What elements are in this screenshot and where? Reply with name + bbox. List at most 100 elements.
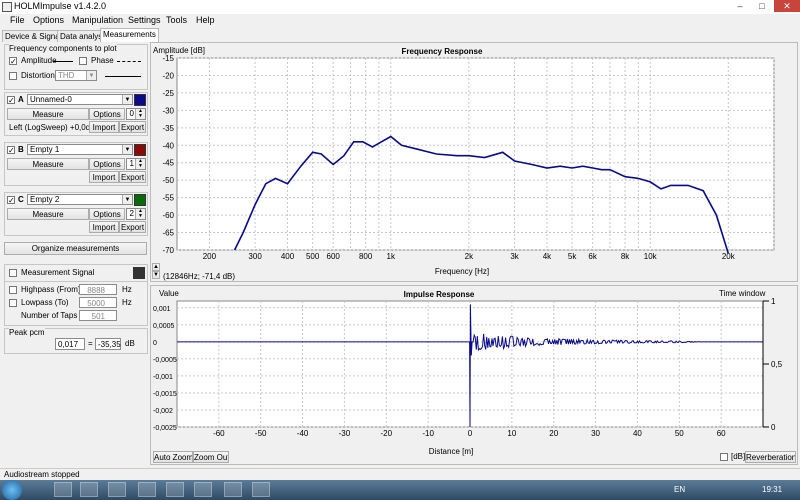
y-tick-label: -35 — [162, 124, 174, 133]
ie-icon[interactable] — [54, 482, 72, 497]
measurement-a-select[interactable]: Unnamed-0 ▼ — [27, 94, 133, 105]
highpass-field[interactable]: 8888 — [79, 284, 117, 295]
x-tick-label: 20 — [549, 429, 558, 438]
x-tick-label: -50 — [255, 429, 267, 438]
menu-settings[interactable]: Settings — [128, 15, 161, 25]
measurement-a-name: Unnamed-0 — [30, 95, 72, 104]
spinner-arrows-icon[interactable]: ▲ ▼ — [135, 109, 145, 119]
x-tick-label: 10k — [644, 252, 658, 261]
x-tick-label: 6k — [588, 252, 597, 261]
chevron-down-icon: ▼ — [122, 195, 132, 204]
menu-manipulation[interactable]: Manipulation — [72, 15, 123, 25]
app-icon[interactable] — [138, 482, 156, 497]
measurement-a-measure-button[interactable]: Measure — [7, 108, 89, 120]
y-tick-label: -30 — [162, 106, 174, 115]
x-tick-label: 8k — [621, 252, 630, 261]
frequency-chart[interactable]: -15 -20 -25 -30 -35 -40 -45 -50 -55 -60 -65 -70 200… — [151, 43, 797, 281]
menu-tools[interactable]: Tools — [166, 15, 187, 25]
folder-icon[interactable] — [80, 482, 98, 497]
measurement-b-color[interactable] — [134, 144, 146, 156]
scroll-down-icon[interactable]: ▼ — [152, 271, 160, 279]
phase-checkbox[interactable] — [79, 57, 87, 65]
taps-label: Number of Taps — [21, 311, 78, 320]
lowpass-field[interactable]: 5000 — [79, 297, 117, 308]
chevron-down-icon: ▼ — [86, 71, 96, 80]
taps-field[interactable]: 501 — [79, 310, 117, 321]
app-icon[interactable] — [194, 482, 212, 497]
lowpass-unit: Hz — [122, 298, 132, 307]
measurement-signal-label: Measurement Signal — [21, 268, 95, 277]
peak-label: Peak pcm — [9, 328, 45, 337]
measurement-c-select[interactable]: Empty 2 ▼ — [27, 194, 133, 205]
signal-color[interactable] — [133, 267, 145, 279]
measurement-a-color[interactable] — [134, 94, 146, 106]
tab-device-signal[interactable]: Device & Signal — [2, 30, 65, 42]
spinner-arrows-icon[interactable]: ▲ ▼ — [135, 209, 145, 219]
amplitude-label: Amplitude — [21, 56, 57, 65]
tab-measurements[interactable]: Measurements — [100, 28, 159, 42]
measurement-a-checkbox[interactable]: ✓ — [7, 96, 15, 105]
measurement-c-options-button[interactable]: Options — [89, 208, 125, 220]
maximize-button[interactable]: □ — [752, 0, 772, 12]
app-icon[interactable] — [108, 482, 126, 497]
reverberation-button[interactable]: Reverberation — [745, 451, 796, 463]
peak-unit: dB — [125, 339, 135, 348]
measurement-a-import-button[interactable]: Import — [89, 121, 119, 133]
organize-measurements-button[interactable]: Organize measurements — [4, 242, 147, 255]
auto-zoom-button[interactable]: Auto Zoom — [153, 451, 193, 463]
close-button[interactable]: ✕ — [774, 0, 800, 12]
measurement-a-options-button[interactable]: Options — [89, 108, 125, 120]
app-icon[interactable] — [166, 482, 184, 497]
measurement-b-export-button[interactable]: Export — [119, 171, 146, 183]
holmimpulse-taskbar-icon[interactable] — [252, 482, 270, 497]
menu-options[interactable]: Options — [33, 15, 64, 25]
y-tick-label: -25 — [162, 89, 174, 98]
components-group: Frequency components to plot ✓ Amplitude… — [4, 44, 148, 90]
distortion-checkbox[interactable] — [9, 72, 17, 80]
y-tick-label: -65 — [162, 229, 174, 238]
measurement-a-channel[interactable]: 0 ▲ ▼ — [126, 108, 146, 120]
measurement-b-import-button[interactable]: Import — [89, 171, 119, 183]
menu-help[interactable]: Help — [196, 15, 215, 25]
start-icon[interactable] — [2, 480, 22, 500]
measurement-signal-checkbox[interactable] — [9, 269, 17, 277]
app-icon[interactable] — [224, 482, 242, 497]
x-tick-label: -30 — [339, 429, 351, 438]
scroll-up-icon[interactable]: ▲ — [152, 263, 160, 271]
measurement-b-select[interactable]: Empty 1 ▼ — [27, 144, 133, 155]
cursor-readout: (12846Hz; -71,4 dB) — [163, 272, 235, 281]
measurement-c-measure-button[interactable]: Measure — [7, 208, 89, 220]
db-checkbox[interactable] — [720, 453, 728, 461]
right-tick-label: 0,5 — [771, 360, 783, 369]
clock[interactable]: 19:31 — [762, 485, 782, 494]
impulse-chart[interactable]: 0,001 0,0005 0 -0,0005 -0,001 -0,0015 -0,002 -0… — [151, 286, 797, 464]
measurement-b-options-button[interactable]: Options — [89, 158, 125, 170]
menu-file[interactable]: File — [10, 15, 25, 25]
peak-group: Peak pcm 0,017 = -35,35 dB — [4, 328, 148, 354]
y-tick-label: -40 — [162, 141, 174, 150]
measurement-b-checkbox[interactable]: ✓ — [7, 146, 15, 155]
phase-label: Phase — [91, 56, 114, 65]
measurement-c-color[interactable] — [134, 194, 146, 206]
lowpass-checkbox[interactable] — [9, 299, 17, 307]
measurement-c-checkbox[interactable]: ✓ — [7, 196, 15, 205]
language-indicator[interactable]: EN — [674, 485, 685, 494]
distortion-select[interactable]: THD ▼ — [55, 70, 97, 81]
measurement-c-export-button[interactable]: Export — [119, 221, 146, 233]
x-tick-label: 1k — [387, 252, 396, 261]
x-tick-label: 2k — [465, 252, 474, 261]
highpass-checkbox[interactable] — [9, 286, 17, 294]
x-tick-label: 5k — [568, 252, 577, 261]
x-tick-label: 60 — [717, 429, 726, 438]
taskbar: EN 19:31 — [0, 480, 800, 500]
spinner-arrows-icon[interactable]: ▲ ▼ — [135, 159, 145, 169]
measurement-a-export-button[interactable]: Export — [119, 121, 146, 133]
measurement-c-channel[interactable]: 2 ▲ ▼ — [126, 208, 146, 220]
chevron-down-icon: ▼ — [122, 95, 132, 104]
measurement-c-import-button[interactable]: Import — [89, 221, 119, 233]
measurement-b-measure-button[interactable]: Measure — [7, 158, 89, 170]
measurement-b-channel[interactable]: 1 ▲ ▼ — [126, 158, 146, 170]
minimize-button[interactable]: – — [730, 0, 750, 12]
amplitude-checkbox[interactable]: ✓ — [9, 57, 17, 66]
zoom-out-button[interactable]: Zoom Out — [193, 451, 229, 463]
